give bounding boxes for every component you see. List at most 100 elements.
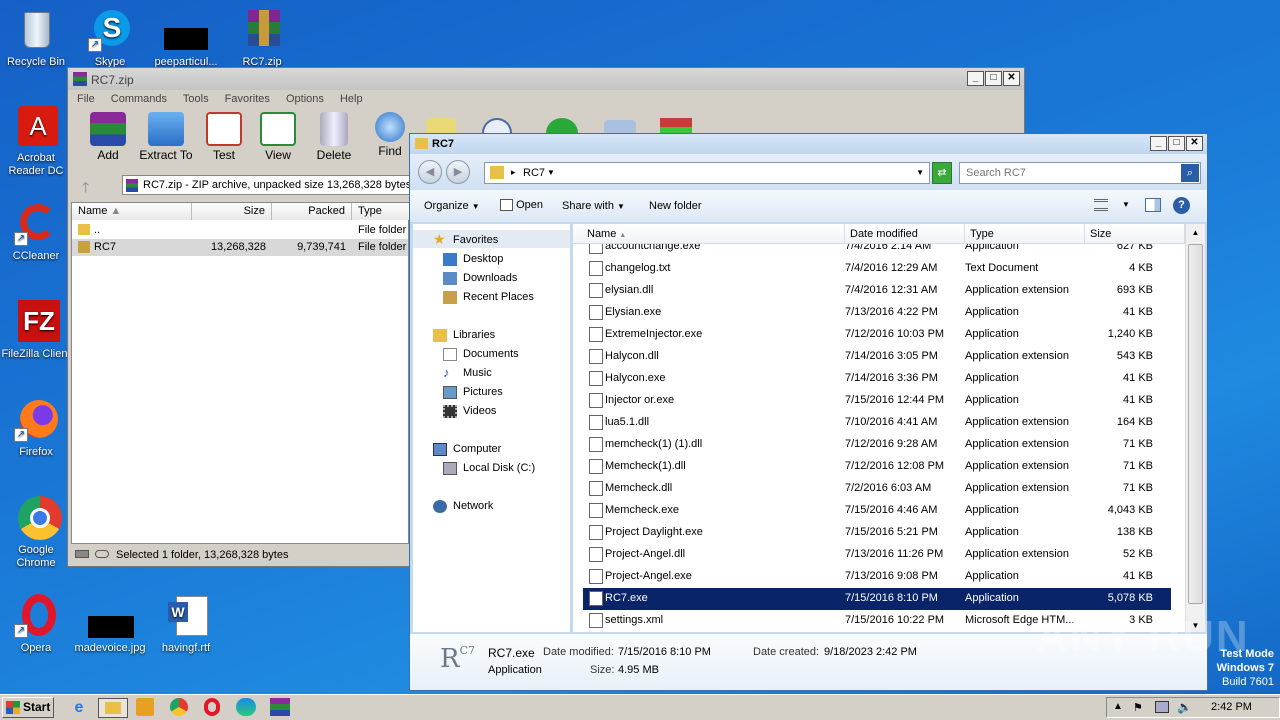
- edge-taskbar-icon[interactable]: [236, 698, 256, 716]
- view-options-icon[interactable]: [1094, 199, 1108, 211]
- nav-favorites[interactable]: ★ Favorites: [433, 231, 498, 247]
- nav-network[interactable]: Network: [433, 500, 493, 513]
- back-button[interactable]: ◀: [418, 160, 442, 184]
- desktop-icon-chrome[interactable]: Google Chrome: [0, 496, 72, 570]
- file-row[interactable]: Injector or.exe 7/15/2016 12:44 PM Applica…: [583, 390, 1171, 412]
- menu-options[interactable]: Options: [286, 93, 324, 105]
- scroll-up-icon[interactable]: ▲: [1186, 224, 1205, 241]
- ie-taskbar-icon[interactable]: e: [68, 698, 90, 718]
- help-icon[interactable]: ?: [1173, 197, 1190, 214]
- nav-pictures[interactable]: Pictures: [443, 386, 503, 399]
- close-button[interactable]: ✕: [1186, 136, 1203, 151]
- maximize-button[interactable]: □: [985, 71, 1002, 86]
- network-tray-icon[interactable]: [1155, 701, 1169, 713]
- start-button[interactable]: Start: [2, 697, 54, 718]
- forward-button[interactable]: ▶: [446, 160, 470, 184]
- file-row[interactable]: Project Daylight.exe 7/15/2016 5:21 PM App…: [583, 522, 1171, 544]
- nav-recent-places[interactable]: Recent Places: [443, 291, 534, 304]
- file-row[interactable]: Project-Angel.exe 7/13/2016 9:08 PM Applic…: [583, 566, 1171, 588]
- file-row[interactable]: accountchange.exe 7/4/2016 2:14 AM Applica…: [583, 244, 1171, 258]
- file-row[interactable]: Memcheck.exe 7/15/2016 4:46 AM Application…: [583, 500, 1171, 522]
- view-dropdown-icon[interactable]: ▼: [1122, 200, 1130, 209]
- file-row[interactable]: changelog.txt 7/4/2016 12:29 AM Text Docum…: [583, 258, 1171, 280]
- organize-menu[interactable]: Organize ▼: [424, 200, 480, 212]
- view-button[interactable]: View: [256, 112, 300, 162]
- breadcrumb[interactable]: RC7: [523, 167, 545, 179]
- action-center-icon[interactable]: ⚑: [1133, 701, 1143, 714]
- desktop-icon-file[interactable]: peeparticul...: [150, 8, 222, 69]
- file-row[interactable]: Memcheck(1).dll 7/12/2016 12:08 PM Applica…: [583, 456, 1171, 478]
- winrar-row-rc7[interactable]: RC7 13,268,328 9,739,741 File folder: [72, 239, 408, 256]
- winrar-path-field[interactable]: RC7.zip - ZIP archive, unpacked size 13,…: [122, 175, 410, 195]
- nav-desktop[interactable]: Desktop: [443, 253, 503, 266]
- column-name[interactable]: Name ▲: [72, 203, 192, 220]
- nav-computer[interactable]: Computer: [433, 443, 501, 456]
- close-button[interactable]: ✕: [1003, 71, 1020, 86]
- column-type[interactable]: Type: [352, 203, 412, 220]
- taskbar-clock[interactable]: 2:42 PM: [1211, 701, 1252, 713]
- menu-favorites[interactable]: Favorites: [225, 93, 270, 105]
- column-size[interactable]: Size: [1085, 224, 1185, 244]
- preview-pane-icon[interactable]: [1145, 198, 1161, 212]
- file-row[interactable]: memcheck(1) (1).dll 7/12/2016 9:28 AM Appl…: [583, 434, 1171, 456]
- desktop-icon-acrobat[interactable]: A Acrobat Reader DC: [0, 104, 72, 178]
- nav-local-disk[interactable]: Local Disk (C:): [443, 462, 535, 475]
- winrar-row-parent[interactable]: .. File folder: [72, 222, 408, 238]
- file-row[interactable]: Memcheck.dll 7/2/2016 6:03 AM Application …: [583, 478, 1171, 500]
- new-folder-button[interactable]: New folder: [649, 200, 702, 212]
- minimize-button[interactable]: _: [967, 71, 984, 86]
- menu-tools[interactable]: Tools: [183, 93, 209, 105]
- column-name[interactable]: Name ▲: [573, 224, 845, 244]
- explorer-taskbar-icon[interactable]: [98, 698, 128, 718]
- file-row[interactable]: elysian.dll 7/4/2016 12:31 AM Application …: [583, 280, 1171, 302]
- menu-help[interactable]: Help: [340, 93, 363, 105]
- nav-videos[interactable]: Videos: [443, 405, 496, 418]
- extract-to-button[interactable]: Extract To: [138, 112, 194, 162]
- menu-commands[interactable]: Commands: [111, 93, 167, 105]
- column-size[interactable]: Size: [192, 203, 272, 220]
- menu-file[interactable]: File: [77, 93, 95, 105]
- test-button[interactable]: Test: [202, 112, 246, 162]
- search-icon[interactable]: ⌕: [1181, 164, 1199, 182]
- nav-documents[interactable]: Documents: [443, 348, 519, 361]
- column-packed[interactable]: Packed: [272, 203, 352, 220]
- up-arrow-icon[interactable]: 🡑: [82, 177, 89, 201]
- desktop-icon-ccleaner[interactable]: ↗ CCleaner: [0, 202, 72, 263]
- refresh-button[interactable]: ⇄: [932, 162, 952, 184]
- find-button[interactable]: Find: [368, 112, 412, 158]
- address-bar[interactable]: ▸ RC7 ▼ ▼: [484, 162, 930, 184]
- delete-button[interactable]: Delete: [312, 112, 356, 162]
- nav-music[interactable]: ♪ Music: [443, 365, 492, 380]
- file-row[interactable]: Project-Angel.dll 7/13/2016 11:26 PM Appli…: [583, 544, 1171, 566]
- maximize-button[interactable]: □: [1168, 136, 1185, 151]
- column-type[interactable]: Type: [965, 224, 1085, 244]
- desktop-icon-havingf[interactable]: W havingf.rtf: [150, 594, 222, 655]
- desktop-icon-firefox[interactable]: ↗ Firefox: [0, 398, 72, 459]
- winrar-taskbar-icon[interactable]: [270, 698, 290, 716]
- desktop-icon-skype[interactable]: S ↗ Skype: [74, 8, 146, 69]
- desktop-icon-recycle-bin[interactable]: Recycle Bin: [0, 8, 72, 69]
- nav-downloads[interactable]: Downloads: [443, 272, 517, 285]
- file-row[interactable]: ExtremeInjector.exe 7/12/2016 10:03 PM App…: [583, 324, 1171, 346]
- file-row[interactable]: Elysian.exe 7/13/2016 4:22 PM Application 4…: [583, 302, 1171, 324]
- opera-taskbar-icon[interactable]: [204, 698, 220, 716]
- chrome-taskbar-icon[interactable]: [170, 698, 188, 716]
- scroll-thumb[interactable]: [1188, 244, 1203, 604]
- file-row[interactable]: Halycon.dll 7/14/2016 3:05 PM Application …: [583, 346, 1171, 368]
- breadcrumb-dropdown-icon[interactable]: ▼: [547, 168, 555, 177]
- search-input[interactable]: [960, 163, 1180, 183]
- desktop-icon-rc7-zip[interactable]: RC7.zip: [226, 8, 298, 69]
- file-row[interactable]: RC7.exe 7/15/2016 8:10 PM Application 5,078…: [583, 588, 1171, 610]
- column-date-modified[interactable]: Date modified: [845, 224, 965, 244]
- desktop-icon-filezilla[interactable]: FZ FileZilla Client: [0, 300, 72, 361]
- file-row[interactable]: Halycon.exe 7/14/2016 3:36 PM Application 4…: [583, 368, 1171, 390]
- volume-icon[interactable]: 🔈: [1177, 700, 1192, 714]
- nav-libraries[interactable]: Libraries: [433, 329, 495, 342]
- desktop-icon-opera[interactable]: ↗ Opera: [0, 594, 72, 655]
- minimize-button[interactable]: _: [1150, 136, 1167, 151]
- address-dropdown-icon[interactable]: ▼: [916, 168, 924, 177]
- vertical-scrollbar[interactable]: ▲ ▼: [1185, 224, 1205, 632]
- file-row[interactable]: lua5.1.dll 7/10/2016 4:41 AM Application e…: [583, 412, 1171, 434]
- desktop-icon-madevoice[interactable]: madevoice.jpg: [74, 594, 146, 655]
- share-with-menu[interactable]: Share with ▼: [562, 200, 625, 212]
